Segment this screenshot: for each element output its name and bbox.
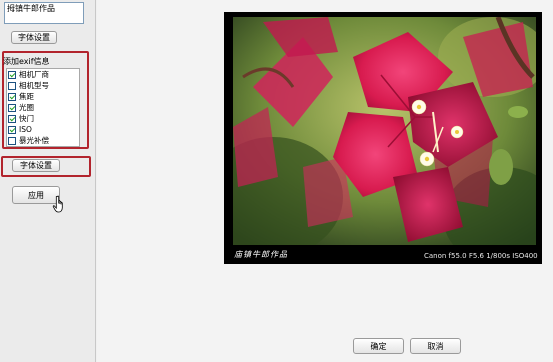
hand-pointer-icon [52, 195, 63, 213]
checkbox-focal-length[interactable] [8, 92, 16, 101]
exif-options-list: 相机厂商 相机型号 焦距 光圈 快门 ISO 暴光补偿 [6, 68, 80, 147]
photo-signature-watermark: 庙镇牛郎作品 [234, 250, 288, 259]
exif-option-label: 相机型号 [19, 81, 49, 90]
checkbox-shutter[interactable] [8, 114, 16, 123]
exif-option-label: 暴光补偿 [19, 136, 49, 145]
exif-option-label: 相机厂商 [19, 70, 49, 79]
exif-option-label: 光圈 [19, 103, 34, 112]
exif-option-label: 焦距 [19, 92, 34, 101]
exif-option-shutter[interactable]: 快门 [7, 113, 79, 124]
checkbox-exposure-comp[interactable] [8, 136, 16, 145]
font-settings-button[interactable]: 字体设置 [11, 31, 57, 44]
exif-font-settings-button[interactable]: 字体设置 [12, 159, 60, 172]
exif-option-camera-model[interactable]: 相机型号 [7, 80, 79, 91]
cancel-button[interactable]: 取消 [410, 338, 461, 354]
exif-option-exposure-comp[interactable]: 暴光补偿 [7, 135, 79, 146]
exif-option-aperture[interactable]: 光圈 [7, 102, 79, 113]
checkbox-aperture[interactable] [8, 103, 16, 112]
ok-button[interactable]: 确定 [353, 338, 404, 354]
exif-option-focal-length[interactable]: 焦距 [7, 91, 79, 102]
exif-option-iso[interactable]: ISO [7, 124, 79, 135]
exif-option-label: ISO [19, 125, 32, 134]
checkbox-camera-maker[interactable] [8, 70, 16, 79]
checkbox-iso[interactable] [8, 125, 16, 134]
signature-text-field[interactable]: 拇镇牛郎作品 [4, 2, 84, 24]
bougainvillea-photo [233, 17, 536, 245]
exif-option-label: 快门 [19, 114, 34, 123]
checkbox-camera-model[interactable] [8, 81, 16, 90]
exif-section-title: 添加exif信息 [3, 57, 50, 66]
photo-preview [233, 17, 536, 245]
photo-exif-watermark: Canon f55.0 F5.6 1/800s ISO400 [424, 252, 538, 260]
exif-option-camera-maker[interactable]: 相机厂商 [7, 69, 79, 80]
